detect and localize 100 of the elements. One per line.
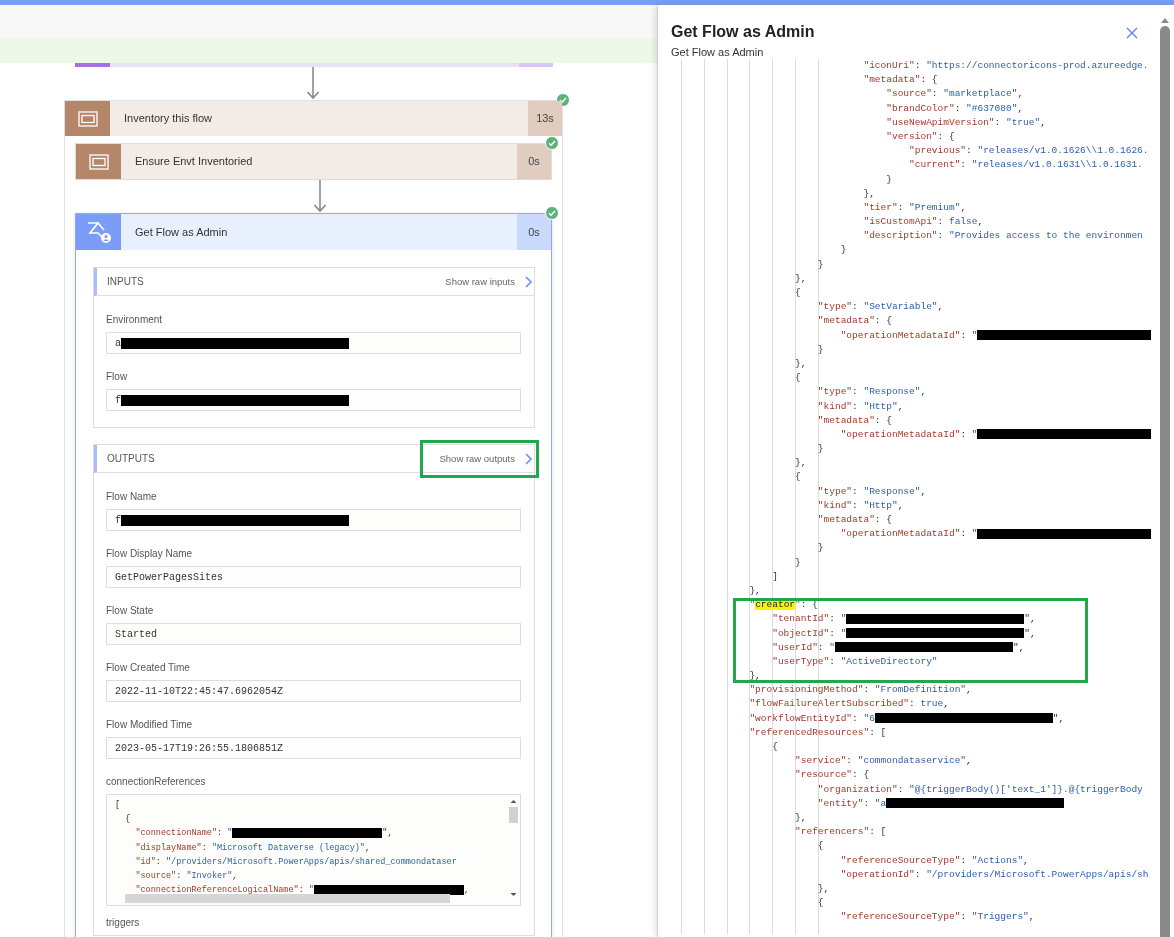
scope-icon [77, 110, 98, 127]
code-line: }, [816, 881, 831, 896]
code-line: "connectionName": " ", [134, 827, 394, 841]
scrollbar[interactable] [125, 894, 450, 903]
code-line: { [794, 286, 802, 300]
code-line: }, [748, 669, 762, 684]
show-raw-link[interactable]: Show raw inputs [426, 262, 539, 301]
show-raw-link[interactable]: Show raw outputs [420, 439, 539, 478]
value-field[interactable]: 2023-05-17T19:26:55.1806851Z [106, 737, 521, 759]
value-field[interactable]: a [106, 332, 521, 354]
code-line: "source": "marketplace", [885, 87, 1025, 102]
value-field[interactable]: f [106, 389, 521, 411]
field-label: Flow [106, 370, 129, 383]
code-line: } [885, 172, 893, 187]
value-field[interactable]: 2022-11-10T22:45:47.6962054Z [106, 680, 521, 702]
code-line: "displayName": "Microsoft Dataverse (legacy)", [134, 841, 372, 855]
code-line: { [794, 470, 802, 485]
code-line: "referencedResources": [ [748, 725, 888, 740]
code-line: [ [115, 799, 122, 812]
code-line: "metadata": { [816, 413, 893, 428]
section-title: INPUTS [107, 275, 144, 289]
field-label: triggers [106, 916, 141, 929]
code-line: "kind": "Http", [816, 399, 905, 414]
code-field[interactable]: [ { "connectionName": " ", "displayName": "Microsoft Dataverse (legacy)", "id": "/providers/Microsoft.PowerApps/apis/shared_commondataser "source": "Invoker", "connectionReferenceLogicalName": " , [106, 794, 521, 906]
code-line: "userType": "ActiveDirectory" [771, 654, 939, 669]
panel-subtitle: Get Flow as Admin [671, 45, 765, 59]
field-label: Flow Display Name [106, 547, 194, 560]
code-line: "operationId": "/providers/Microsoft.PowerApps/apis/sh [839, 867, 1150, 882]
code-line: "version": { [885, 129, 956, 144]
code-line: } [816, 541, 825, 556]
code-line: "type": "Response", [816, 484, 928, 499]
code-line: "isCustomApi": false, [862, 215, 985, 230]
field-label: Flow State [106, 604, 155, 617]
code-line: "workflowEntityId": "6 ", [748, 711, 1066, 726]
code-line: "brandColor": "#637080", [885, 101, 1025, 116]
field-label: Environment [106, 313, 164, 326]
chevron-right-icon [525, 275, 532, 288]
code-line: "current": "releases/v1.0.1631\\1.0.1631. [908, 158, 1144, 173]
code-line: { [771, 740, 779, 754]
value-field[interactable]: f [106, 509, 521, 531]
code-line: "iconUri": "https://connectoricons-prod.azureedge. [862, 59, 1150, 73]
code-line: "organization": "@{triggerBody()['text_1']}.@{triggerBody [816, 782, 1144, 797]
code-line: "operationMetadataId": " [681, 328, 1151, 343]
code-line: }, [862, 186, 876, 201]
code-line: }, [748, 583, 762, 598]
code-line: "flowFailureAlertSubscribed": true, [748, 697, 950, 712]
code-line: "service": "commondataservice", [794, 754, 973, 769]
step-title: Ensure Envt Inventoried [135, 154, 253, 170]
duration-label: 0s [528, 154, 540, 170]
duration-label: 0s [528, 224, 540, 240]
value-field[interactable]: Started [106, 623, 521, 645]
flow-user-icon [85, 220, 112, 244]
code-line: { [816, 839, 825, 854]
field-label: Flow Name [106, 490, 158, 503]
code-line: }, [794, 456, 808, 471]
code-line: "useNewApimVersion": "true", [885, 115, 1047, 130]
code-line: }, [794, 356, 808, 371]
code-line: { [816, 896, 825, 911]
step-title: Inventory this flow [124, 111, 213, 127]
code-line: "tier": "Premium", [862, 200, 968, 215]
field-label: connectionReferences [106, 775, 207, 788]
code-line: }, [794, 810, 808, 825]
code-line: "operationMetadataId": " [681, 427, 1151, 443]
code-line: } [794, 555, 802, 570]
scroll-up-icon[interactable] [1160, 17, 1170, 23]
code-line: "objectId": " ", [771, 626, 1037, 641]
code-line: "entity": "a [681, 796, 1151, 811]
code-line: }, [794, 271, 808, 286]
code-line: "source": "Invoker", [134, 869, 239, 883]
down-arrow [307, 67, 319, 100]
code-line: { [124, 813, 132, 827]
code-line: } [816, 257, 825, 272]
code-line: "referenceSourceType": "Triggers", [839, 910, 1036, 925]
code-line: } [816, 342, 825, 357]
field-label: Flow Created Time [106, 661, 191, 674]
down-arrow [314, 180, 326, 213]
scrollbar[interactable] [509, 798, 518, 898]
code-line: ] [771, 569, 779, 584]
code-line: "type": "Response", [816, 385, 928, 400]
code-line: "referenceSourceType": "Actions", [839, 853, 1030, 868]
section-title: OUTPUTS [107, 452, 155, 466]
code-line: "type": "SetVariable", [816, 300, 945, 315]
code-line: "tenantId": " ", [771, 612, 1037, 627]
scope-icon [88, 153, 109, 170]
step-title: Get Flow as Admin [135, 224, 228, 240]
field-label: Flow Modified Time [106, 718, 194, 731]
scrollbar-thumb[interactable] [1160, 26, 1170, 937]
code-line: "metadata": { [816, 513, 893, 527]
code-line: "id": "/providers/Microsoft.PowerApps/apis/shared_commondataser [134, 855, 458, 869]
panel-title: Get Flow as Admin [671, 22, 815, 42]
code-line: "provisioningMethod": "FromDefinition", [748, 683, 973, 698]
code-line: } [839, 243, 848, 258]
code-line: "operationMetadataId": " [681, 527, 1151, 542]
code-line: "kind": "Http", [816, 498, 905, 513]
code-line: "resource": { [794, 768, 871, 783]
code-line: } [816, 442, 825, 457]
code-line: "description": "Provides access to the environmen [862, 229, 1144, 244]
duration-label: 13s [536, 111, 554, 127]
close-button[interactable] [1126, 27, 1138, 39]
value-field[interactable]: GetPowerPagesSites [106, 566, 521, 588]
